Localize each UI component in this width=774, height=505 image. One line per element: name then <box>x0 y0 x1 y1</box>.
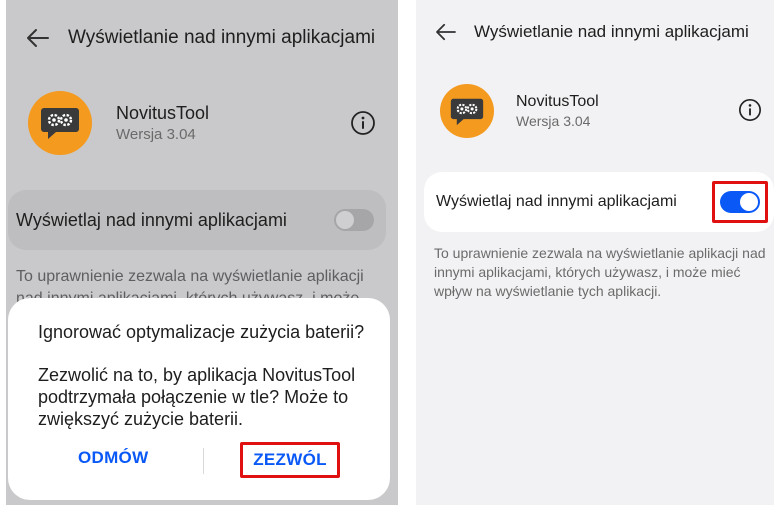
setting-card: Wyświetlaj nad innymi aplikacjami <box>424 172 774 232</box>
setting-card: Wyświetlaj nad innymi aplikacjami <box>8 190 386 250</box>
app-text: NovitusTool Wersja 3.04 <box>116 103 209 143</box>
dialog-buttons: ODMÓW ZEZWÓL <box>8 442 390 478</box>
overlay-toggle[interactable] <box>720 191 760 213</box>
info-icon[interactable] <box>738 98 762 127</box>
overlay-toggle[interactable] <box>334 209 374 231</box>
app-info: NovitusTool Wersja 3.04 <box>416 82 774 140</box>
screen-left: Wyświetlanie nad innymi aplikacjami Novi… <box>6 0 398 505</box>
back-arrow-icon[interactable] <box>426 12 466 52</box>
page-title: Wyświetlanie nad innymi aplikacjami <box>68 27 376 48</box>
button-divider <box>203 448 204 474</box>
dialog-message: Zezwolić na to, by aplikacja NovitusTool… <box>38 365 356 429</box>
permission-description: To uprawnienie zezwala na wyświetlanie a… <box>434 245 766 299</box>
dialog-title: Ignorować optymalizacje zużycia baterii? <box>38 322 365 342</box>
toggle-knob <box>740 193 758 211</box>
info-icon[interactable] <box>350 110 376 141</box>
header-bar: Wyświetlanie nad innymi aplikacjami <box>6 18 398 58</box>
app-text: NovitusTool Wersja 3.04 <box>516 93 599 129</box>
app-version: Wersja 3.04 <box>116 126 196 143</box>
setting-label: Wyświetlaj nad innymi aplikacjami <box>436 193 677 210</box>
header-bar: Wyświetlanie nad innymi aplikacjami <box>416 12 774 52</box>
toggle-knob <box>336 211 354 229</box>
page-title: Wyświetlanie nad innymi aplikacjami <box>474 22 749 41</box>
app-version: Wersja 3.04 <box>516 113 591 129</box>
allow-button[interactable]: ZEZWÓL <box>240 442 340 478</box>
battery-dialog: Ignorować optymalizacje zużycia baterii?… <box>8 298 390 500</box>
back-arrow-icon[interactable] <box>18 18 58 58</box>
gears-chat-icon <box>28 91 92 155</box>
app-info: NovitusTool Wersja 3.04 <box>6 90 398 156</box>
gears-chat-icon <box>440 84 494 138</box>
setting-label: Wyświetlaj nad innymi aplikacjami <box>16 209 287 230</box>
app-name: NovitusTool <box>516 93 599 110</box>
deny-button[interactable]: ODMÓW <box>78 448 148 468</box>
screen-right: Wyświetlanie nad innymi aplikacjami Novi… <box>416 0 774 505</box>
app-name: NovitusTool <box>116 103 210 123</box>
